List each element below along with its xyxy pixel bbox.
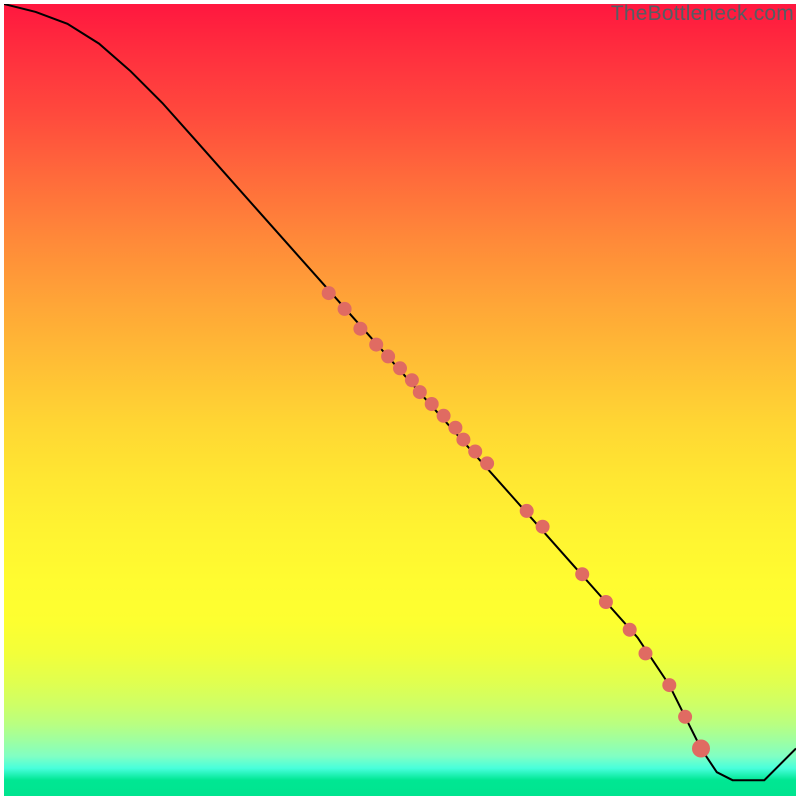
scatter-minimum [692, 740, 710, 758]
watermark-text: TheBottleneck.com [611, 2, 794, 26]
scatter-point [413, 385, 427, 399]
chart-container: TheBottleneck.com [0, 0, 800, 800]
scatter-point [393, 361, 407, 375]
scatter-point [536, 520, 550, 534]
scatter-points [322, 286, 692, 724]
scatter-point [448, 421, 462, 435]
scatter-point [338, 302, 352, 316]
scatter-point [437, 409, 451, 423]
scatter-point [405, 373, 419, 387]
scatter-point [623, 623, 637, 637]
scatter-point [456, 433, 470, 447]
scatter-point [322, 286, 336, 300]
scatter-point [599, 595, 613, 609]
scatter-point [520, 504, 534, 518]
scatter-minimum-point [692, 740, 710, 758]
curve-path [4, 4, 796, 780]
plot-area [4, 4, 796, 796]
scatter-point [381, 349, 395, 363]
curve-line [4, 4, 796, 780]
chart-svg [4, 4, 796, 796]
scatter-point [480, 456, 494, 470]
scatter-point [369, 338, 383, 352]
scatter-point [353, 322, 367, 336]
scatter-point [468, 445, 482, 459]
scatter-point [575, 567, 589, 581]
scatter-point [662, 678, 676, 692]
scatter-point [678, 710, 692, 724]
scatter-point [639, 646, 653, 660]
scatter-point [425, 397, 439, 411]
